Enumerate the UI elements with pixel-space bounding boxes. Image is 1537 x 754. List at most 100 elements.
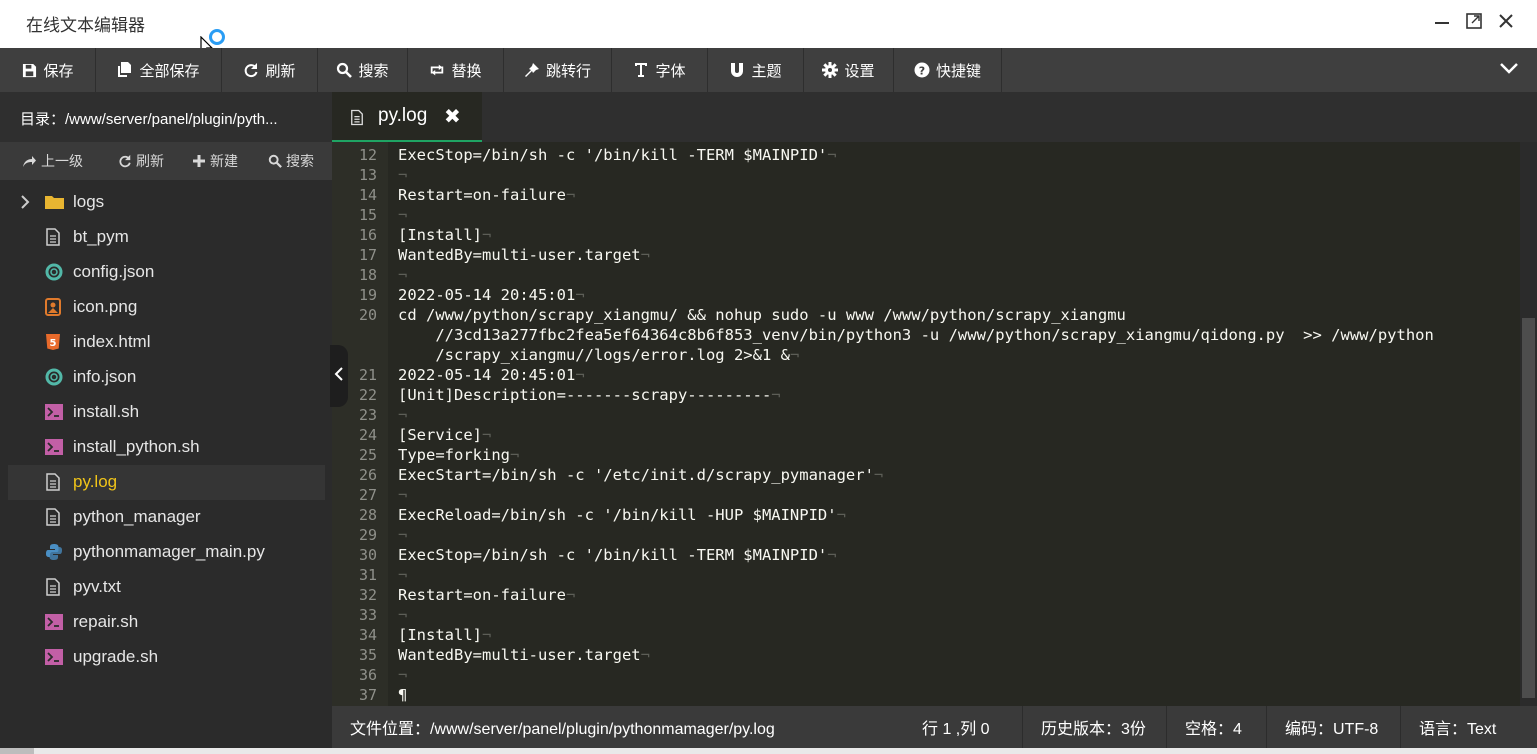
maximize-icon[interactable] — [1463, 12, 1485, 34]
busy-spinner-icon — [209, 29, 225, 45]
code-line[interactable]: ExecReload=/bin/sh -c '/bin/kill -HUP $M… — [398, 506, 846, 524]
file-item-install-sh[interactable]: install.sh — [8, 395, 325, 430]
end-of-line-marker: ¬ — [827, 546, 837, 564]
code-line[interactable]: [Unit]Description=-------scrapy---------… — [398, 386, 781, 404]
end-of-line-marker: ¬ — [398, 526, 408, 544]
line-number: 29 — [358, 526, 377, 544]
document-icon — [45, 473, 63, 491]
sidebar-search-button[interactable]: 搜索 — [268, 142, 314, 180]
file-item-python-manager[interactable]: python_manager — [8, 500, 325, 535]
code-line[interactable]: 2022-05-14 20:45:01¬ — [398, 366, 585, 384]
code-line[interactable]: ¬ — [398, 266, 407, 284]
code-line[interactable]: ExecStop=/bin/sh -c '/bin/kill -TERM $MA… — [398, 546, 837, 564]
sidebar-collapse-toggle[interactable] — [330, 345, 348, 407]
jump-icon — [524, 62, 540, 78]
refresh-button[interactable]: 刷新 — [222, 48, 318, 92]
code-line[interactable]: ¬ — [398, 666, 407, 684]
shortcuts-button[interactable]: ? 快捷键 — [894, 48, 1002, 92]
replace-button[interactable]: 替换 — [408, 48, 504, 92]
code-editor[interactable]: py.log ✖ 12 ExecStop=/bin/sh -c '/bin/kil… — [332, 92, 1537, 706]
file-item-index-html[interactable]: 5 index.html — [8, 325, 325, 360]
code-line[interactable]: ¬ — [398, 526, 407, 544]
status-encoding[interactable]: 编码：UTF-8 — [1266, 706, 1396, 748]
file-item-info-json[interactable]: info.json — [8, 360, 325, 395]
end-of-line-marker: ¬ — [398, 406, 408, 424]
folder-icon — [45, 193, 64, 211]
code-line[interactable]: ¬ — [398, 606, 407, 624]
scrollbar-thumb[interactable] — [1522, 318, 1535, 698]
file-item-install-python-sh[interactable]: install_python.sh — [8, 430, 325, 465]
file-item-pyv-txt[interactable]: pyv.txt — [8, 570, 325, 605]
code-line[interactable]: ExecStop=/bin/sh -c '/bin/kill -TERM $MA… — [398, 146, 837, 164]
code-line[interactable]: ¬ — [398, 566, 407, 584]
code-line[interactable]: //3cd13a277fbc2fea5ef64364c8b6f853_venv/… — [398, 326, 1434, 344]
file-item-repair-sh[interactable]: repair.sh — [8, 605, 325, 640]
save-all-icon — [117, 62, 133, 78]
line-number: 18 — [358, 266, 377, 284]
line-number: 17 — [358, 246, 377, 264]
search-button[interactable]: 搜索 — [318, 48, 408, 92]
status-indent[interactable]: 空格：4 — [1166, 706, 1260, 748]
sidebar-refresh-button[interactable]: 刷新 — [118, 142, 164, 180]
close-tab-icon[interactable]: ✖ — [444, 104, 461, 129]
line-number: 37 — [358, 686, 377, 704]
code-line[interactable]: 2022-05-14 20:45:01¬ — [398, 286, 585, 304]
tab-py-log[interactable]: py.log ✖ — [332, 92, 482, 142]
code-line[interactable]: WantedBy=multi-user.target¬ — [398, 246, 650, 264]
jump-line-button[interactable]: 跳转行 — [504, 48, 612, 92]
toolbar-collapse-button[interactable] — [1481, 48, 1537, 92]
code-line[interactable]: Type=forking¬ — [398, 446, 519, 464]
refresh-icon — [118, 154, 132, 168]
font-button[interactable]: 字体 — [612, 48, 708, 92]
code-line[interactable]: ¬ — [398, 206, 407, 224]
line-number: 31 — [358, 566, 377, 584]
file-item-pythonmamager-main-py[interactable]: pythonmamager_main.py — [8, 535, 325, 570]
theme-button[interactable]: 主题 — [708, 48, 804, 92]
end-of-line-marker: ¬ — [482, 626, 492, 644]
new-file-button[interactable]: 新建 — [192, 142, 238, 180]
file-item-upgrade-sh[interactable]: upgrade.sh — [8, 640, 325, 675]
file-item-py-log[interactable]: py.log — [8, 465, 325, 500]
file-item-icon-png[interactable]: icon.png — [8, 290, 325, 325]
code-line[interactable]: ¬ — [398, 486, 407, 504]
terminal-icon — [45, 403, 63, 421]
save-button[interactable]: 保存 — [0, 48, 96, 92]
code-line[interactable]: WantedBy=multi-user.target¬ — [398, 646, 650, 664]
code-line[interactable]: ExecStart=/bin/sh -c '/etc/init.d/scrapy… — [398, 466, 883, 484]
line-number: 12 — [358, 146, 377, 164]
line-number: 33 — [358, 606, 377, 624]
save-all-button[interactable]: 全部保存 — [96, 48, 222, 92]
code-line[interactable]: Restart=on-failure¬ — [398, 586, 575, 604]
code-line[interactable]: [Service]¬ — [398, 426, 491, 444]
document-icon — [350, 109, 364, 132]
code-line[interactable]: ¬ — [398, 166, 407, 184]
file-item-config-json[interactable]: config.json — [8, 255, 325, 290]
settings-button[interactable]: 设置 — [804, 48, 894, 92]
end-of-line-marker: ¬ — [398, 666, 408, 684]
code-line[interactable]: Restart=on-failure¬ — [398, 186, 575, 204]
status-history[interactable]: 历史版本：3份 — [1022, 706, 1164, 748]
code-line[interactable]: cd /www/python/scrapy_xiangmu/ && nohup … — [398, 306, 1126, 324]
chevron-right-icon[interactable] — [20, 194, 30, 214]
status-cursor-position[interactable]: 行 1 ,列 0 — [904, 706, 1008, 748]
up-level-button[interactable]: 上一级 — [22, 142, 83, 180]
code-line[interactable]: /scrapy_xiangmu//logs/error.log 2>&1 &¬ — [398, 346, 799, 364]
end-of-line-marker: ¬ — [482, 226, 492, 244]
code-line[interactable]: [Install]¬ — [398, 226, 491, 244]
end-of-line-marker: ¬ — [398, 166, 408, 184]
close-icon[interactable] — [1495, 12, 1517, 34]
image-icon — [45, 298, 63, 316]
folder-item-logs[interactable]: logs — [8, 185, 325, 220]
minimize-icon[interactable] — [1431, 12, 1453, 34]
vertical-scrollbar[interactable] — [1520, 142, 1537, 706]
save-icon — [21, 62, 37, 78]
code-line[interactable]: ¬ — [398, 406, 407, 424]
line-number: 14 — [358, 186, 377, 204]
code-line[interactable]: ¶ — [398, 686, 407, 704]
line-number: 15 — [358, 206, 377, 224]
status-language[interactable]: 语言：Text — [1400, 706, 1514, 748]
help-icon: ? — [914, 62, 930, 78]
code-line[interactable]: [Install]¬ — [398, 626, 491, 644]
file-item-bt-pym[interactable]: bt_pym — [8, 220, 325, 255]
line-number: 32 — [358, 586, 377, 604]
